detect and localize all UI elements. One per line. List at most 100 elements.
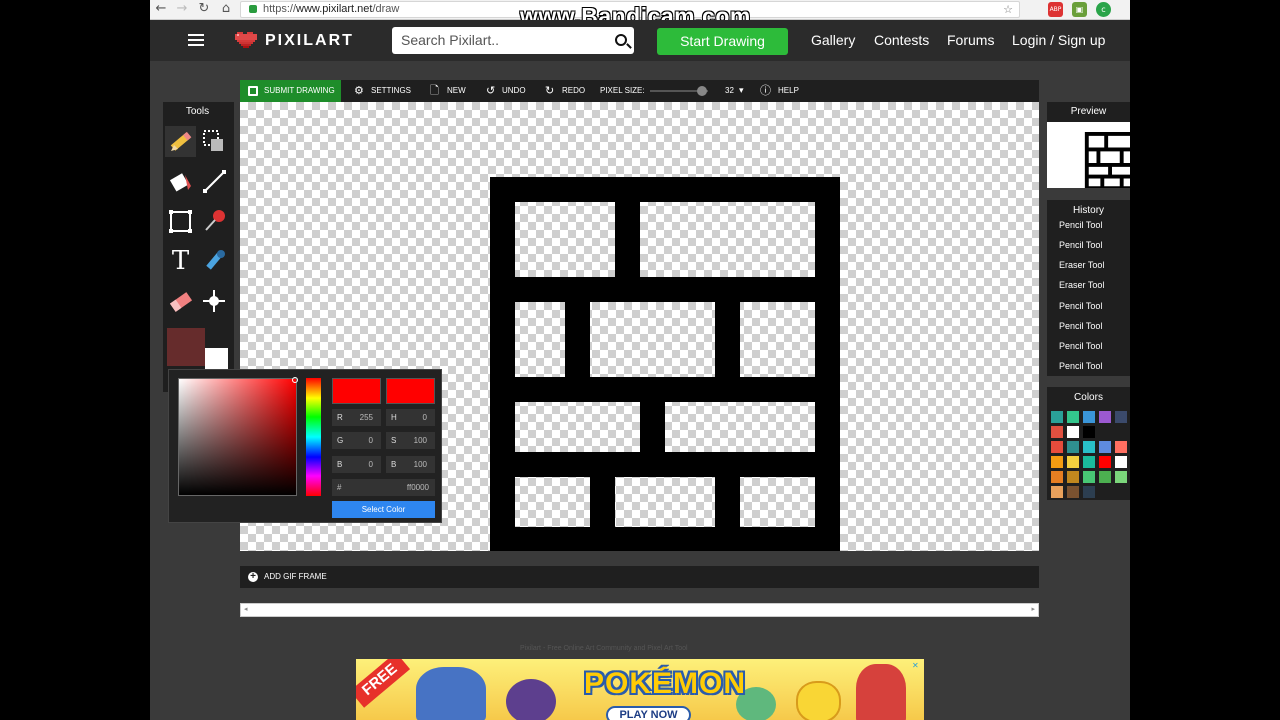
dither-tool[interactable] (199, 286, 230, 317)
hue-field[interactable]: H 0 (386, 409, 435, 426)
color-swatch[interactable] (1099, 456, 1111, 468)
home-icon[interactable]: ⌂ (218, 1, 234, 17)
undo-icon[interactable]: ↺ (486, 80, 495, 102)
color-swatch[interactable] (1051, 411, 1063, 423)
color-swatch[interactable] (1115, 411, 1127, 423)
horizontal-scrollbar[interactable]: ◂ ▸ (240, 603, 1039, 617)
line-tool[interactable] (199, 166, 230, 197)
color-swatch[interactable] (1083, 411, 1095, 423)
color-swatch[interactable] (1099, 441, 1111, 453)
ad-close-icon[interactable]: ✕ (912, 661, 922, 671)
logo-text[interactable]: PIXILART (265, 32, 354, 50)
undo-button[interactable]: UNDO (502, 80, 526, 102)
redo-button[interactable]: REDO (562, 80, 585, 102)
saturation-value[interactable]: 100 (414, 432, 427, 449)
ad-play-now-button[interactable]: PLAY NOW (606, 706, 691, 720)
color-swatch[interactable] (1083, 441, 1095, 453)
pencil-tool[interactable] (165, 126, 196, 157)
blue-value[interactable]: 0 (369, 456, 373, 473)
pixel-size-slider[interactable] (650, 86, 708, 96)
green-value[interactable]: 0 (369, 432, 373, 449)
new-file-icon[interactable]: 🗋 (430, 80, 439, 102)
settings-button[interactable]: SETTINGS (371, 80, 411, 102)
color-swatch[interactable] (1083, 486, 1095, 498)
saturation-field[interactable]: S 100 (386, 432, 435, 449)
red-value[interactable]: 255 (360, 409, 373, 426)
color-swatch[interactable] (1083, 426, 1095, 438)
pixel-size-value[interactable]: 32 (725, 80, 734, 102)
scroll-left-icon[interactable]: ◂ (244, 605, 248, 613)
color-swatch[interactable] (1051, 426, 1063, 438)
color-swatch[interactable] (1067, 411, 1079, 423)
color-swatch[interactable] (1115, 471, 1127, 483)
help-icon[interactable]: ⓘ (760, 80, 771, 102)
color-swatch[interactable] (1083, 471, 1095, 483)
history-item[interactable]: Pencil Tool (1059, 220, 1102, 230)
ad-banner[interactable]: FREE POKÉMON PLAY NOW ✕ (356, 659, 924, 720)
history-item[interactable]: Pencil Tool (1059, 240, 1102, 250)
nav-contests[interactable]: Contests (874, 32, 929, 48)
adblock-extension-icon[interactable]: ABP (1048, 2, 1063, 17)
search-icon[interactable] (615, 34, 627, 46)
color-swatch[interactable] (1115, 456, 1127, 468)
color-swatch[interactable] (1051, 456, 1063, 468)
rectangle-tool[interactable] (165, 206, 196, 237)
select-tool[interactable] (199, 126, 230, 157)
secondary-color-swatch[interactable] (205, 348, 228, 370)
submit-drawing-button[interactable]: SUBMIT DRAWING (240, 80, 341, 102)
color-swatch[interactable] (1067, 426, 1079, 438)
reload-icon[interactable]: ↻ (196, 1, 212, 17)
menu-icon[interactable] (188, 34, 204, 46)
search-input[interactable]: Search Pixilart.. (392, 27, 634, 54)
blue-field[interactable]: B 0 (332, 456, 381, 473)
hue-slider[interactable] (306, 378, 321, 496)
slider-knob[interactable] (697, 86, 707, 96)
select-color-button[interactable]: Select Color (332, 501, 435, 518)
eyedropper-tool[interactable] (199, 246, 230, 277)
nav-login-signup[interactable]: Login / Sign up (1012, 32, 1105, 48)
hex-value[interactable]: ff0000 (407, 479, 429, 496)
primary-color-swatch[interactable] (167, 328, 205, 366)
history-item[interactable]: Eraser Tool (1059, 280, 1104, 290)
color-swatch[interactable] (1067, 456, 1079, 468)
extension-icon[interactable]: ▣ (1072, 2, 1087, 17)
history-item[interactable]: Pencil Tool (1059, 301, 1102, 311)
redo-icon[interactable]: ↻ (545, 80, 554, 102)
text-tool[interactable]: T (165, 246, 196, 277)
color-swatch[interactable] (1067, 441, 1079, 453)
color-swatch[interactable] (1067, 471, 1079, 483)
scroll-right-icon[interactable]: ▸ (1031, 605, 1035, 613)
help-button[interactable]: HELP (778, 80, 799, 102)
brightness-value[interactable]: 100 (414, 456, 427, 473)
settings-icon[interactable]: ⚙ (354, 80, 364, 102)
new-button[interactable]: NEW (447, 80, 466, 102)
fill-tool[interactable] (165, 166, 196, 197)
color-swatch[interactable] (1083, 456, 1095, 468)
color-swatch[interactable] (1067, 486, 1079, 498)
red-field[interactable]: R 255 (332, 409, 381, 426)
hex-field[interactable]: # ff0000 (332, 479, 435, 496)
history-item[interactable]: Eraser Tool (1059, 260, 1104, 270)
back-icon[interactable]: ← (153, 1, 169, 17)
add-gif-frame-button[interactable]: + ADD GIF FRAME (240, 566, 1039, 588)
start-drawing-button[interactable]: Start Drawing (657, 28, 788, 55)
color-swatch[interactable] (1051, 441, 1063, 453)
color-swatch[interactable] (1099, 411, 1111, 423)
color-swatch[interactable] (1051, 486, 1063, 498)
color-swatch[interactable] (1051, 471, 1063, 483)
history-item[interactable]: Pencil Tool (1059, 341, 1102, 351)
bookmark-star-icon[interactable]: ☆ (1003, 2, 1013, 17)
history-item[interactable]: Pencil Tool (1059, 321, 1102, 331)
chevron-down-icon[interactable]: ▾ (739, 80, 744, 102)
saturation-value-area[interactable] (178, 377, 298, 496)
green-field[interactable]: G 0 (332, 432, 381, 449)
picker-cursor[interactable] (292, 377, 298, 383)
hue-value[interactable]: 0 (423, 409, 427, 426)
color-swatch[interactable] (1115, 441, 1127, 453)
nav-gallery[interactable]: Gallery (811, 32, 855, 48)
color-swatch[interactable] (1099, 471, 1111, 483)
eraser-tool[interactable] (165, 286, 196, 317)
pin-tool[interactable] (199, 206, 230, 237)
brightness-field[interactable]: B 100 (386, 456, 435, 473)
forward-icon[interactable]: → (174, 1, 190, 17)
